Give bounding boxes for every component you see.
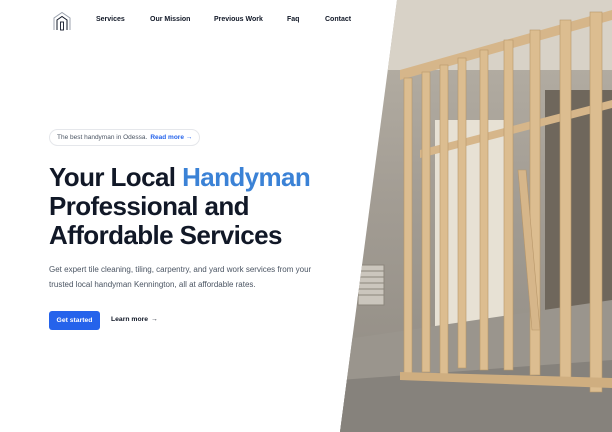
- house-logo-icon[interactable]: [52, 11, 72, 31]
- hero-title-part1: Your Local: [49, 162, 183, 192]
- announcement-badge: The best handyman in Odessa. Read more →: [49, 129, 201, 146]
- hero-photo: [340, 0, 612, 432]
- framed-wall-photo: [340, 0, 612, 432]
- hero-title-part2: Professional and Affordable Services: [49, 191, 282, 250]
- nav-item-services[interactable]: Services: [96, 16, 125, 23]
- hero-title-accent: Handyman: [182, 162, 311, 192]
- nav-item-contact[interactable]: Contact: [325, 16, 351, 23]
- announcement-text: The best handyman in Odessa.: [57, 134, 148, 141]
- arrow-right-icon: →: [185, 134, 193, 141]
- nav-item-faq[interactable]: Faq: [287, 16, 299, 23]
- read-more-link[interactable]: Read more →: [150, 134, 192, 141]
- arrow-right-icon: →: [151, 316, 158, 323]
- get-started-button[interactable]: Get started: [49, 311, 100, 330]
- hero-title: Your Local Handyman Professional and Aff…: [49, 163, 349, 250]
- learn-more-link[interactable]: Learn more →: [111, 316, 158, 323]
- nav-item-previous-work[interactable]: Previous Work: [214, 16, 263, 23]
- hero-description: Get expert tile cleaning, tiling, carpen…: [49, 265, 312, 289]
- nav-item-our-mission[interactable]: Our Mission: [150, 16, 190, 23]
